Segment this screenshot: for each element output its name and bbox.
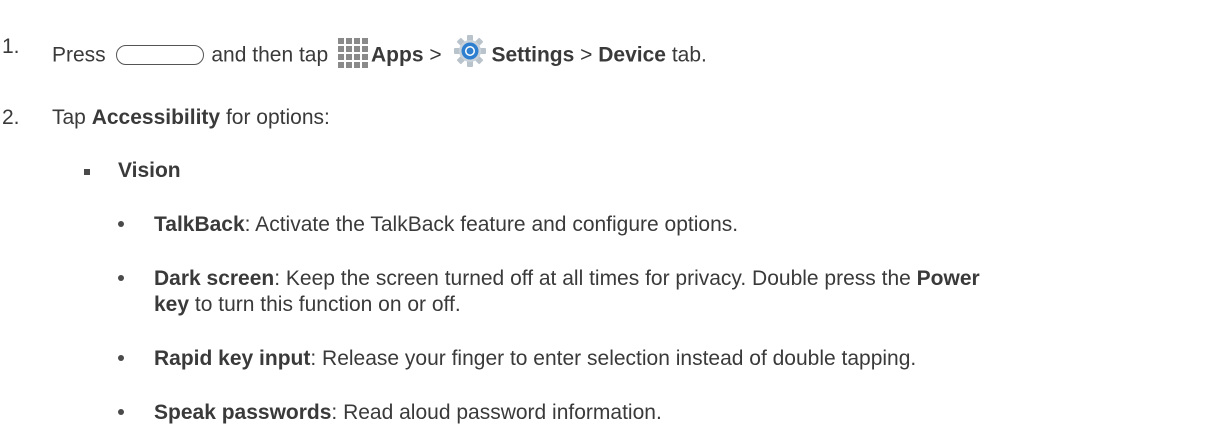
accessibility-label: Accessibility bbox=[91, 106, 221, 129]
item-term: Rapid key input bbox=[154, 347, 311, 370]
round-bullet-icon bbox=[118, 221, 124, 227]
separator: > bbox=[580, 43, 593, 67]
settings-gear-icon bbox=[454, 35, 487, 67]
step-text: for options: bbox=[225, 106, 330, 129]
separator: > bbox=[429, 43, 442, 67]
square-bullet-icon bbox=[84, 169, 90, 175]
settings-label: Settings bbox=[491, 43, 575, 67]
item-term: TalkBack bbox=[154, 213, 245, 236]
round-bullet-icon bbox=[118, 409, 124, 415]
step-text: Press bbox=[52, 43, 106, 67]
item-description: : Activate the TalkBack feature and conf… bbox=[244, 213, 739, 236]
step-number: 2. bbox=[2, 106, 20, 129]
item-description: : Release your finger to enter selection… bbox=[310, 347, 917, 370]
home-button-icon bbox=[115, 44, 204, 65]
round-bullet-icon bbox=[118, 275, 124, 281]
item-term: Speak passwords bbox=[154, 401, 332, 424]
step-text: Tap bbox=[52, 106, 86, 129]
item-description: to turn this function on or off. bbox=[194, 293, 461, 316]
step-number: 1. bbox=[2, 35, 20, 58]
power-label: Power bbox=[916, 267, 980, 290]
key-label: key bbox=[154, 293, 190, 316]
device-label: Device bbox=[598, 43, 666, 67]
item-description: : Keep the screen turned off at all time… bbox=[274, 267, 911, 290]
step-text: tab. bbox=[671, 43, 707, 67]
apps-grid-icon bbox=[338, 38, 368, 68]
round-bullet-icon bbox=[118, 355, 124, 361]
apps-label: Apps bbox=[371, 43, 424, 67]
item-term: Dark screen bbox=[154, 267, 275, 290]
step-text: and then tap bbox=[211, 43, 329, 67]
section-title: Vision bbox=[118, 159, 181, 182]
item-description: : Read aloud password information. bbox=[331, 401, 662, 424]
